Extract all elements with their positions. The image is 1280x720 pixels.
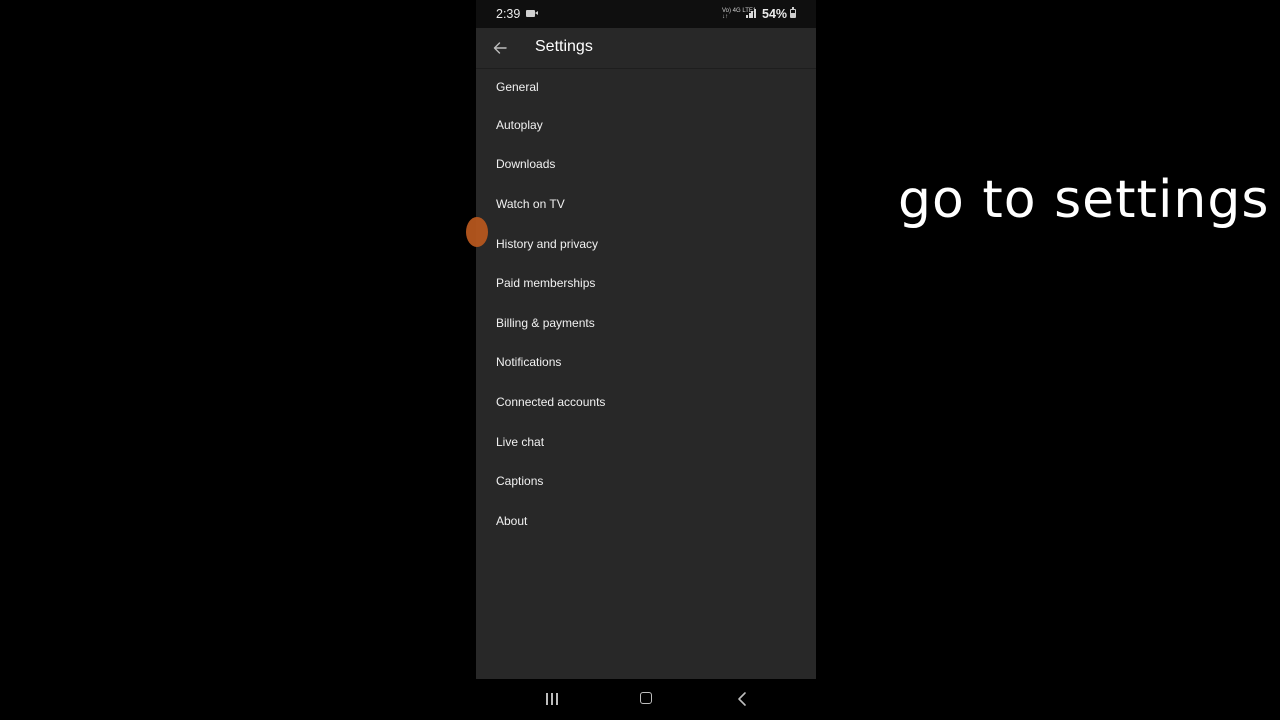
menu-item-notifications[interactable]: Notifications bbox=[476, 343, 816, 383]
menu-item-connected-accounts[interactable]: Connected accounts bbox=[476, 382, 816, 422]
menu-item-downloads[interactable]: Downloads bbox=[476, 145, 816, 185]
menu-item-history-and-privacy[interactable]: History and privacy bbox=[476, 224, 816, 264]
menu-item-watch-on-tv[interactable]: Watch on TV bbox=[476, 184, 816, 224]
video-caption: go to settings bbox=[898, 170, 1270, 230]
back-nav-icon[interactable] bbox=[736, 691, 748, 707]
home-icon[interactable] bbox=[640, 692, 652, 704]
menu-item-live-chat[interactable]: Live chat bbox=[476, 422, 816, 462]
menu-item-billing-payments[interactable]: Billing & payments bbox=[476, 303, 816, 343]
battery-percentage: 54% bbox=[762, 7, 788, 21]
back-button[interactable] bbox=[486, 34, 514, 62]
signal-icon bbox=[746, 9, 756, 18]
phone-screen: 2:39 Vo) 4G LTE1 ↓↑ 54% Settings General… bbox=[466, 0, 816, 720]
status-time: 2:39 bbox=[496, 7, 521, 21]
status-bar: 2:39 Vo) 4G LTE1 ↓↑ 54% bbox=[476, 0, 816, 28]
battery-icon bbox=[790, 7, 796, 18]
recents-icon[interactable] bbox=[545, 693, 559, 705]
app-header: Settings bbox=[476, 28, 816, 69]
menu-item-general[interactable]: General bbox=[476, 69, 816, 105]
touch-indicator bbox=[466, 217, 488, 247]
system-nav-bar bbox=[476, 679, 816, 720]
menu-item-about[interactable]: About bbox=[476, 501, 816, 541]
page-title: Settings bbox=[535, 38, 593, 55]
menu-item-paid-memberships[interactable]: Paid memberships bbox=[476, 263, 816, 303]
settings-screen: Settings General Autoplay Downloads Watc… bbox=[466, 28, 816, 679]
menu-item-autoplay[interactable]: Autoplay bbox=[476, 105, 816, 145]
video-camera-icon bbox=[526, 10, 538, 17]
arrow-left-icon bbox=[493, 42, 507, 54]
menu-item-captions[interactable]: Captions bbox=[476, 461, 816, 501]
settings-menu: General Autoplay Downloads Watch on TV H… bbox=[476, 69, 816, 541]
